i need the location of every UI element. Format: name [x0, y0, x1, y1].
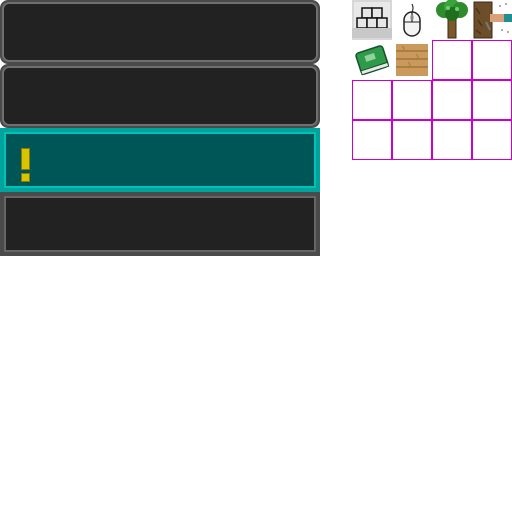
exclamation-dot: [21, 173, 30, 182]
panel-2-inner: [2, 66, 318, 126]
exclamation-icon: [21, 148, 30, 170]
empty-slot: [392, 80, 432, 120]
empty-slot: [352, 120, 392, 160]
book-icon: [352, 40, 392, 80]
wood-plank-icon: [392, 40, 432, 80]
panel-2[interactable]: [0, 64, 320, 128]
tree-icon: [432, 0, 472, 40]
empty-slot: [472, 80, 512, 120]
empty-slot: [392, 120, 432, 160]
panel-1[interactable]: [0, 0, 320, 64]
panel-3-active[interactable]: [0, 128, 320, 192]
empty-slot: [472, 40, 512, 80]
panel-1-inner: [2, 2, 318, 62]
empty-slot: [432, 80, 472, 120]
empty-slot: [432, 120, 472, 160]
empty-slot: [432, 40, 472, 80]
panel-3-inner: [4, 132, 316, 188]
panel-4[interactable]: [0, 192, 320, 256]
sprite-sheet: [0, 0, 512, 512]
tree-chop-icon: [472, 0, 512, 40]
panel-4-inner: [4, 196, 316, 252]
empty-slot: [472, 120, 512, 160]
empty-slot: [352, 80, 392, 120]
mouse-icon: [392, 0, 432, 40]
stone-brick-icon: [352, 0, 392, 40]
